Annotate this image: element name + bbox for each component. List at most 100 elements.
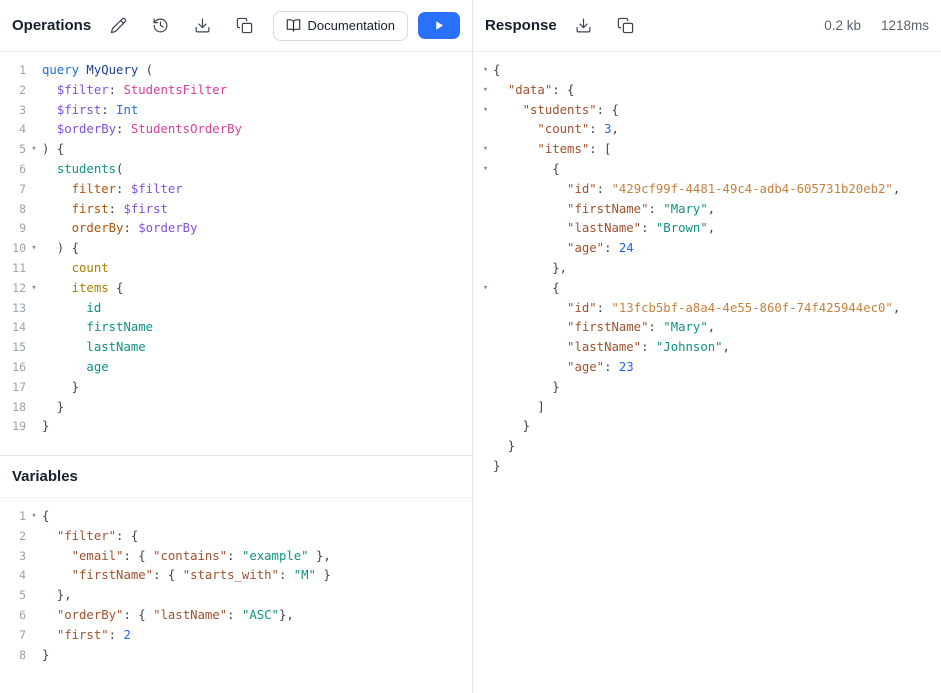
code-text: "items": [ [493,140,611,160]
fold-toggle-icon[interactable]: ▾ [26,279,42,299]
fold-toggle-icon[interactable]: ▾ [478,279,493,299]
fold-gutter [478,299,493,319]
fold-gutter [26,61,42,81]
graphql-ide: Operations [0,0,941,693]
fold-gutter [26,338,42,358]
code-text: "firstName": "Mary", [493,200,715,220]
variables-header: Variables [0,456,472,498]
execute-button[interactable] [418,12,460,39]
code-line: "lastName": "Brown", [473,219,941,239]
code-line: ▾ { [473,279,941,299]
code-text: { [42,507,49,527]
play-icon [434,20,445,31]
code-text: "firstName": "Mary", [493,318,715,338]
fold-gutter [26,586,42,606]
download-icon [575,17,592,34]
code-line: } [473,457,941,477]
fold-gutter [478,318,493,338]
fold-gutter [26,81,42,101]
fold-toggle-icon[interactable]: ▾ [26,140,42,160]
code-text: }, [42,586,72,606]
copy-operations-button[interactable] [231,13,257,39]
line-number: 4 [0,120,26,140]
code-text: "count": 3, [493,120,619,140]
fold-gutter [26,259,42,279]
line-number: 6 [0,606,26,626]
history-button[interactable] [147,13,173,39]
line-number: 3 [0,547,26,567]
code-text: lastName [42,338,146,358]
variables-editor[interactable]: 1▾{2 "filter": {3 "email": { "contains":… [0,498,472,693]
fold-gutter [26,547,42,567]
line-number: 17 [0,378,26,398]
code-text: count [42,259,109,279]
line-number: 13 [0,299,26,319]
code-line: ▾ "items": [ [473,140,941,160]
code-text: students( [42,160,123,180]
line-number: 9 [0,219,26,239]
fold-toggle-icon[interactable]: ▾ [478,101,493,121]
fold-gutter [478,219,493,239]
code-text: }, [493,259,567,279]
export-button[interactable] [189,13,215,39]
copy-icon [617,17,634,34]
fold-toggle-icon[interactable]: ▾ [478,160,493,180]
code-text: } [493,378,560,398]
fold-gutter [26,101,42,121]
download-icon [194,17,211,34]
fold-gutter [478,180,493,200]
response-viewer[interactable]: ▾{▾ "data": {▾ "students": { "count": 3,… [473,52,941,693]
code-line: 13 id [0,299,472,319]
code-line: 6 students( [0,160,472,180]
code-line: "lastName": "Johnson", [473,338,941,358]
response-time: 1218ms [881,18,929,33]
documentation-button[interactable]: Documentation [273,11,408,41]
line-number: 5 [0,586,26,606]
prettify-button[interactable] [105,13,131,39]
code-line: 19} [0,417,472,437]
fold-toggle-icon[interactable]: ▾ [26,239,42,259]
fold-toggle-icon[interactable]: ▾ [478,81,493,101]
code-text: ] [493,398,545,418]
code-text: } [493,417,530,437]
code-line: 2 $filter: StudentsFilter [0,81,472,101]
code-line: 8} [0,646,472,666]
response-size: 0.2 kb [824,18,861,33]
code-text: $orderBy: StudentsOrderBy [42,120,242,140]
fold-toggle-icon[interactable]: ▾ [478,140,493,160]
fold-gutter [26,200,42,220]
code-line: 4 $orderBy: StudentsOrderBy [0,120,472,140]
code-text: "age": 23 [493,358,634,378]
code-text: "students": { [493,101,619,121]
code-line: ▾ { [473,160,941,180]
code-text: firstName [42,318,153,338]
operations-editor[interactable]: 1query MyQuery (2 $filter: StudentsFilte… [0,52,472,455]
code-text: { [493,160,560,180]
line-number: 8 [0,646,26,666]
code-text: "filter": { [42,527,138,547]
operations-toolbar [105,13,257,39]
code-line: "id": "13fcb5bf-a8a4-4e55-860f-74f425944… [473,299,941,319]
fold-toggle-icon[interactable]: ▾ [26,507,42,527]
line-number: 12 [0,279,26,299]
history-icon [152,17,169,34]
fold-gutter [478,437,493,457]
line-number: 11 [0,259,26,279]
code-text: } [42,398,64,418]
code-line: "firstName": "Mary", [473,318,941,338]
download-response-button[interactable] [571,13,597,39]
response-panel: Response 0.2 kb 1218ms ▾{▾ "data": {▾ [473,0,941,693]
code-line: 3 "email": { "contains": "example" }, [0,547,472,567]
copy-icon [236,17,253,34]
code-line: 18 } [0,398,472,418]
fold-toggle-icon[interactable]: ▾ [478,61,493,81]
operations-panel: Operations [0,0,472,455]
response-meta: 0.2 kb 1218ms [824,18,929,33]
copy-response-button[interactable] [613,13,639,39]
code-line: 3 $first: Int [0,101,472,121]
code-line: } [473,378,941,398]
fold-gutter [26,160,42,180]
line-number: 10 [0,239,26,259]
code-line: "age": 23 [473,358,941,378]
fold-gutter [478,200,493,220]
